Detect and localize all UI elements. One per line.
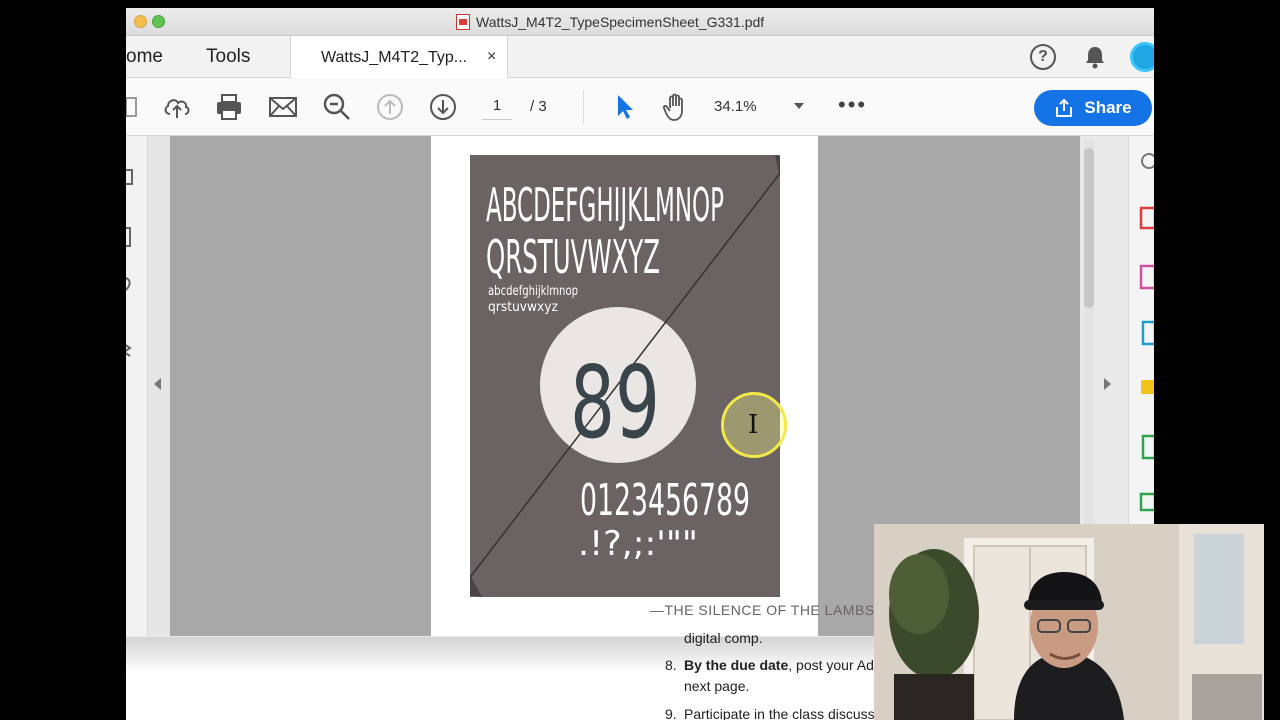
instruction-9-number: 9. bbox=[665, 706, 677, 720]
more-tools-icon[interactable]: ••• bbox=[838, 92, 867, 118]
tab-tools[interactable]: Tools bbox=[206, 46, 250, 68]
window-title-text: WattsJ_M4T2_TypeSpecimenSheet_G331.pdf bbox=[476, 14, 765, 30]
instruction-8-text: By the due date, post your Ado bbox=[684, 657, 882, 673]
collapse-right-panel-icon[interactable] bbox=[1104, 378, 1111, 390]
zoom-level[interactable]: 34.1% bbox=[714, 98, 757, 115]
instruction-9-text: Participate in the class discuss bbox=[684, 706, 875, 720]
uppercase-line-2: QRSTUVWXYZ bbox=[486, 230, 660, 284]
next-page-icon[interactable] bbox=[428, 92, 458, 122]
presenter-video bbox=[874, 524, 1264, 720]
instruction-8-line-2: next page. bbox=[684, 678, 750, 694]
print-icon[interactable] bbox=[214, 92, 244, 122]
save-icon[interactable] bbox=[126, 92, 138, 122]
previous-page-icon[interactable] bbox=[375, 92, 405, 122]
page-total: / 3 bbox=[530, 98, 547, 115]
toolbar: 1 / 3 34.1% ••• Share bbox=[126, 78, 1154, 136]
type-specimen-poster: ABCDEFGHIJKLMNOP QRSTUVWXYZ abcdefghijkl… bbox=[470, 155, 780, 597]
minimize-button[interactable] bbox=[134, 15, 147, 28]
tab-home[interactable]: ome bbox=[126, 46, 163, 68]
tab-document[interactable]: WattsJ_M4T2_Typ... × bbox=[290, 36, 508, 78]
digits-line: 0123456789 bbox=[580, 475, 750, 526]
avatar[interactable] bbox=[1130, 42, 1154, 72]
close-tab-icon[interactable]: × bbox=[487, 48, 496, 66]
right-tools-panel bbox=[1128, 136, 1154, 526]
zoom-dropdown-chevron-icon[interactable] bbox=[794, 103, 804, 109]
left-panel-icons[interactable] bbox=[126, 166, 146, 366]
upload-cloud-icon[interactable] bbox=[162, 92, 192, 122]
poster-credit: —THE SILENCE OF THE LAMBS bbox=[650, 602, 875, 618]
tab-document-label: WattsJ_M4T2_Typ... bbox=[321, 49, 468, 66]
lowercase-line-2: qrstuvwxyz bbox=[488, 300, 558, 315]
instruction-8-rest: , post your Ado bbox=[788, 657, 882, 673]
share-button-label: Share bbox=[1084, 98, 1132, 117]
page-number-input[interactable]: 1 bbox=[482, 92, 512, 120]
share-icon bbox=[1056, 98, 1073, 117]
text-cursor-icon: I bbox=[748, 410, 759, 440]
instruction-partial-line: digital comp. bbox=[684, 630, 763, 646]
uppercase-line-1: ABCDEFGHIJKLMNOP bbox=[486, 178, 724, 232]
search-icon[interactable] bbox=[322, 92, 352, 122]
left-navigation-panel bbox=[126, 136, 148, 636]
instruction-8-number: 8. bbox=[665, 657, 677, 673]
webcam-overlay bbox=[874, 524, 1264, 720]
help-icon[interactable]: ? bbox=[1030, 44, 1056, 70]
punctuation-line: .!?,;:'"" bbox=[578, 524, 698, 564]
right-panel-tool-icons[interactable] bbox=[1129, 136, 1154, 526]
share-button[interactable]: Share bbox=[1034, 90, 1152, 126]
zoom-window-button[interactable] bbox=[152, 15, 165, 28]
lowercase-line-1: abcdefghijklmnop bbox=[488, 284, 578, 299]
desktop-left-edge bbox=[0, 0, 126, 720]
hand-tool-icon[interactable] bbox=[661, 92, 691, 122]
title-bar: WattsJ_M4T2_TypeSpecimenSheet_G331.pdf bbox=[126, 8, 1154, 36]
screen: WattsJ_M4T2_TypeSpecimenSheet_G331.pdf o… bbox=[0, 0, 1280, 720]
toolbar-divider bbox=[583, 90, 584, 124]
window-title: WattsJ_M4T2_TypeSpecimenSheet_G331.pdf bbox=[456, 13, 764, 31]
pdf-file-icon bbox=[456, 14, 470, 30]
collapse-left-panel-icon[interactable] bbox=[154, 378, 161, 390]
select-arrow-icon[interactable] bbox=[610, 92, 640, 122]
scrollbar-thumb[interactable] bbox=[1084, 148, 1094, 308]
tab-bar: ome Tools WattsJ_M4T2_Typ... × ? bbox=[126, 36, 1154, 78]
instruction-8-bold: By the due date bbox=[684, 657, 789, 673]
big-numerals: 89 bbox=[570, 344, 660, 461]
bell-icon[interactable] bbox=[1084, 45, 1106, 69]
email-icon[interactable] bbox=[268, 92, 298, 122]
